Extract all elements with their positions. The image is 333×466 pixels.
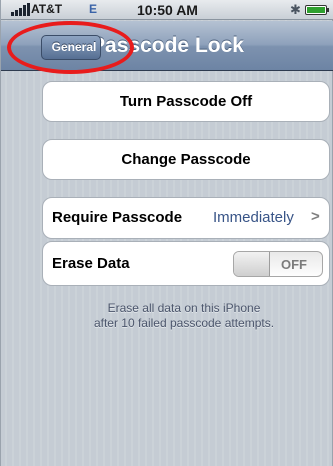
toggle-state-label: OFF xyxy=(281,257,307,272)
screen: AT&T E 10:50 AM ✱ Passcode Lock General … xyxy=(0,0,333,466)
status-bar: AT&T E 10:50 AM ✱ xyxy=(1,0,333,20)
bluetooth-icon: ✱ xyxy=(290,2,301,17)
footnote-line-2: after 10 failed passcode attempts. xyxy=(93,316,275,330)
require-passcode-value: Immediately xyxy=(213,209,294,226)
clock: 10:50 AM xyxy=(137,2,198,18)
highlight-ellipse-annotation xyxy=(7,21,134,74)
erase-data-row: Erase Data OFF xyxy=(42,241,330,286)
require-passcode-label: Require Passcode xyxy=(52,209,183,226)
battery-icon xyxy=(305,5,329,15)
change-passcode-label: Change Passcode xyxy=(121,151,251,168)
turn-passcode-off-label: Turn Passcode Off xyxy=(119,93,253,110)
erase-data-label: Erase Data xyxy=(52,255,130,272)
chevron-right-icon: > xyxy=(311,208,320,225)
require-passcode-row[interactable]: Require Passcode Immediately > xyxy=(42,197,330,239)
turn-passcode-off-button[interactable]: Turn Passcode Off xyxy=(42,81,330,122)
toggle-knob xyxy=(234,252,270,276)
change-passcode-button[interactable]: Change Passcode xyxy=(42,139,330,180)
erase-data-footnote: Erase all data on this iPhone after 10 f… xyxy=(34,301,333,331)
erase-data-toggle[interactable]: OFF xyxy=(233,251,323,277)
footnote-line-1: Erase all data on this iPhone xyxy=(107,301,261,315)
